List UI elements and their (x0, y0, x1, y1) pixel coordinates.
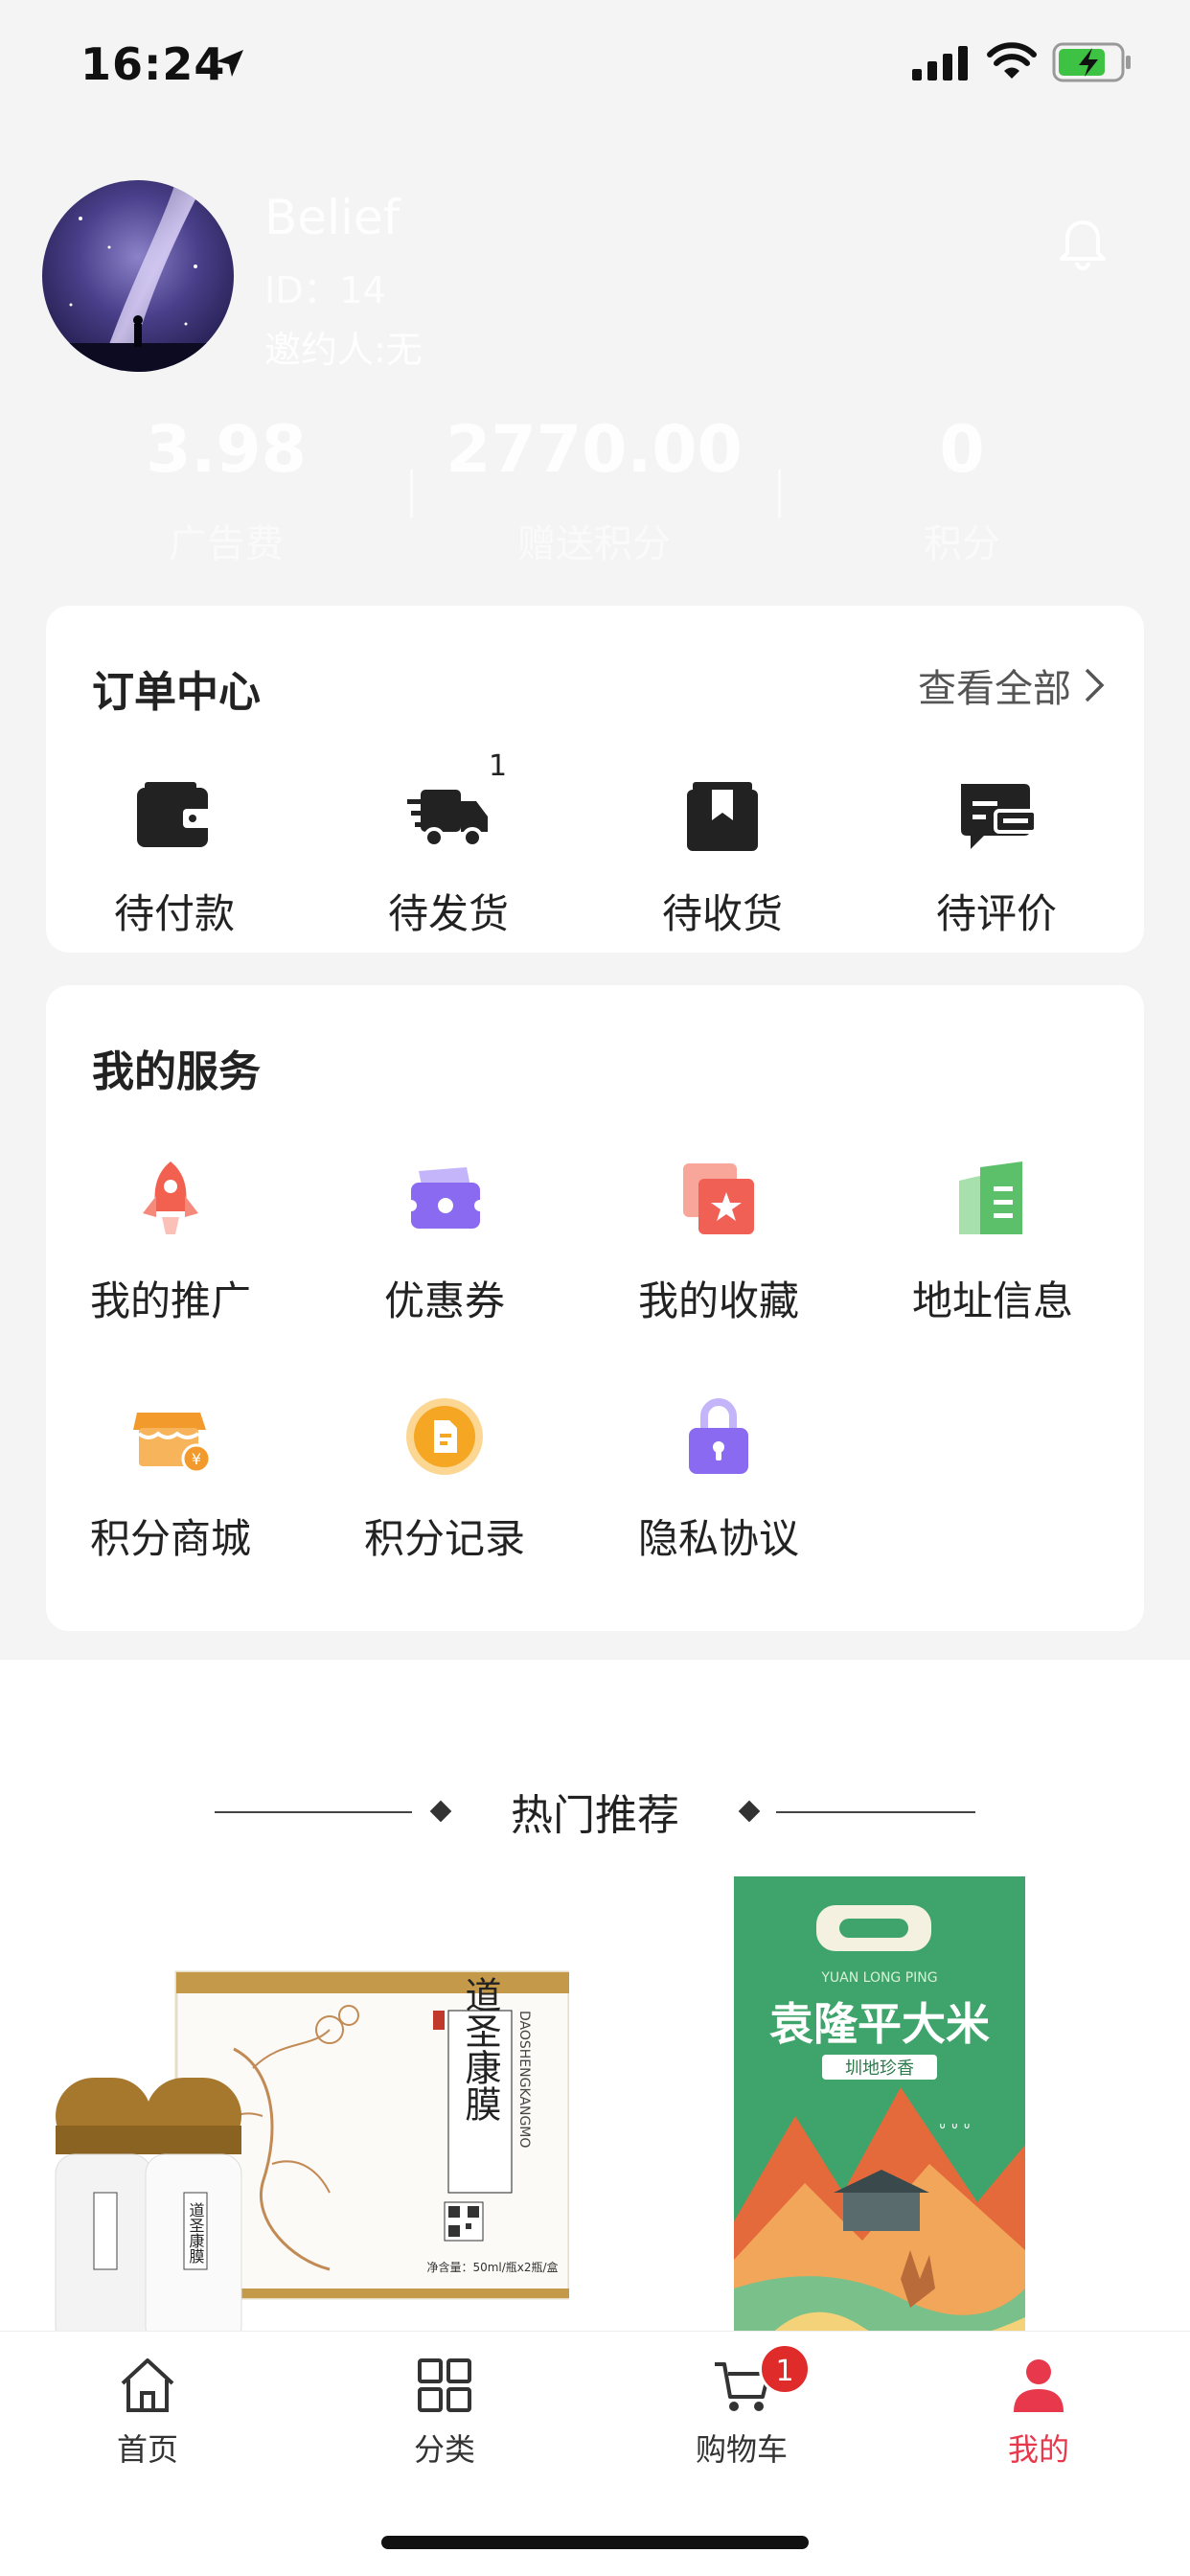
order-pending-payment[interactable]: 待付款 (79, 778, 270, 940)
service-my-favorites[interactable]: 我的收藏 (594, 1158, 843, 1327)
tab-mine[interactable]: 我的 (943, 2355, 1134, 2470)
tab-home[interactable]: 首页 (52, 2355, 243, 2470)
stat-points[interactable]: 0 积分 (780, 412, 1144, 568)
order-pending-shipment[interactable]: 待发货 (353, 778, 544, 940)
product-box-pinyin: DAOSHENGKANGMO (516, 2011, 532, 2148)
lock-icon (689, 1398, 748, 1474)
home-indicator (381, 2536, 809, 2549)
tab-label: 购物车 (695, 2431, 788, 2468)
hot-recommend-title: 热门推荐 (511, 1791, 679, 1840)
stat-label: 广告费 (169, 522, 284, 566)
stat-value: 3.98 (146, 412, 307, 488)
inviter-text: 邀约人:无 (264, 329, 423, 371)
view-all-orders-link[interactable]: 查看全部 (918, 657, 1106, 713)
wallet-icon (137, 782, 212, 847)
product-rice-tag: 圳地珍香 (845, 2058, 914, 2079)
service-label: 优惠券 (383, 1277, 505, 1324)
product-box-spec: 净含量：50ml/瓶x2瓶/盒 (426, 2260, 558, 2274)
tab-cart[interactable]: 1 购物车 (646, 2343, 837, 2470)
product-card-daosheng[interactable]: 道圣康膜 DAOSHENGKANGMO 净含量：50ml/瓶x2瓶/盒 道圣康膜 (42, 1876, 569, 2350)
stat-ad-fee[interactable]: 3.98 广告费 (44, 412, 408, 568)
service-label: 隐私协议 (637, 1515, 799, 1562)
service-points-record[interactable]: 积分记录 (320, 1395, 569, 1565)
user-icon (1014, 2359, 1064, 2412)
home-icon (121, 2358, 174, 2412)
order-item-label: 待收货 (661, 890, 783, 937)
birds-decoration: ᐡ ᐡ ᐡ (939, 2120, 970, 2140)
chevron-right-icon (1085, 668, 1105, 702)
view-all-label: 查看全部 (918, 667, 1071, 711)
order-pending-receipt[interactable]: 待收货 (627, 778, 818, 940)
favorite-star-icon (683, 1163, 754, 1234)
product-image-rice: YUAN LONG PING 袁隆平大米 圳地珍香 ᐡ ᐡ ᐡ (613, 1876, 1140, 2350)
delivery-truck-icon (407, 790, 488, 848)
services-title: 我的服务 (92, 1047, 261, 1096)
divider-line (776, 1811, 975, 1813)
service-my-promotion[interactable]: 我的推广 (46, 1158, 295, 1327)
product-box-brand: 道圣康膜 (459, 1976, 501, 2122)
stats-row: 3.98 广告费 2770.00 赠送积分 0 积分 (0, 412, 1190, 585)
service-privacy-policy[interactable]: 隐私协议 (594, 1395, 843, 1565)
service-label: 积分记录 (363, 1515, 525, 1562)
cellular-signal-icon (912, 46, 968, 80)
service-points-mall[interactable]: ¥ 积分商城 (46, 1395, 295, 1565)
avatar-image (42, 180, 234, 372)
tab-label: 我的 (1007, 2431, 1069, 2468)
product-rice-title: 袁隆平大米 (769, 1998, 990, 2050)
stat-value: 2770.00 (446, 412, 743, 488)
order-center-card: 订单中心 查看全部 待付款 待发货 1 待收货 待评价 (46, 606, 1144, 953)
order-pending-review[interactable]: 待评价 (901, 778, 1092, 940)
cart-count-badge: 1 (759, 2343, 811, 2395)
product-card-rice[interactable]: YUAN LONG PING 袁隆平大米 圳地珍香 ᐡ ᐡ ᐡ (613, 1876, 1140, 2350)
tab-label: 分类 (413, 2431, 475, 2468)
points-shop-icon: ¥ (133, 1413, 212, 1474)
order-item-label: 待付款 (113, 890, 235, 937)
coupon-icon (405, 1167, 486, 1229)
order-count-badge: 1 (489, 749, 508, 783)
tab-label: 首页 (116, 2431, 178, 2468)
stat-label: 积分 (924, 522, 1000, 566)
category-grid-icon (418, 2358, 471, 2412)
service-label: 我的收藏 (637, 1277, 799, 1324)
address-document-icon (959, 1162, 1022, 1234)
service-label: 我的推广 (89, 1277, 251, 1324)
notification-bell-icon[interactable] (1052, 211, 1113, 272)
service-label: 积分商城 (89, 1515, 251, 1562)
user-id: ID：14 (264, 269, 386, 311)
my-services-card: 我的服务 我的推广 优惠券 我的收藏 地址信息 ¥ 积分商城 积分记录 隐私协议 (46, 985, 1144, 1631)
wifi-icon (987, 42, 1037, 79)
location-arrow-icon (217, 50, 243, 77)
comment-icon (961, 784, 1038, 849)
product-bottle-label: 道圣康膜 (187, 2202, 205, 2265)
stat-value: 0 (939, 412, 985, 488)
stat-gift-points[interactable]: 2770.00 赠送积分 (412, 412, 776, 568)
user-name: Belief (264, 190, 400, 245)
battery-charging-icon (1052, 42, 1131, 82)
points-record-icon (406, 1398, 483, 1475)
stat-label: 赠送积分 (517, 522, 671, 566)
product-image-daosheng: 道圣康膜 DAOSHENGKANGMO 净含量：50ml/瓶x2瓶/盒 道圣康膜 (42, 1876, 569, 2350)
order-item-label: 待发货 (387, 890, 509, 937)
order-center-title: 订单中心 (92, 668, 261, 717)
svg-text:¥: ¥ (192, 1450, 201, 1468)
service-address-info[interactable]: 地址信息 (868, 1158, 1117, 1327)
package-box-icon (687, 782, 758, 851)
status-bar: 16:24 (0, 0, 1190, 125)
avatar[interactable] (42, 180, 234, 372)
status-time: 16:24 (80, 38, 226, 90)
tab-category[interactable]: 分类 (349, 2355, 540, 2470)
order-item-label: 待评价 (935, 890, 1057, 937)
profile-page: 16:24 Belief ID：14 邀约人:无 3.98 广告费 2770.0… (0, 0, 1190, 2576)
service-label: 地址信息 (911, 1277, 1073, 1324)
service-coupons[interactable]: 优惠券 (320, 1158, 569, 1327)
rocket-icon (143, 1162, 198, 1234)
product-rice-subtitle: YUAN LONG PING (820, 1970, 937, 1986)
